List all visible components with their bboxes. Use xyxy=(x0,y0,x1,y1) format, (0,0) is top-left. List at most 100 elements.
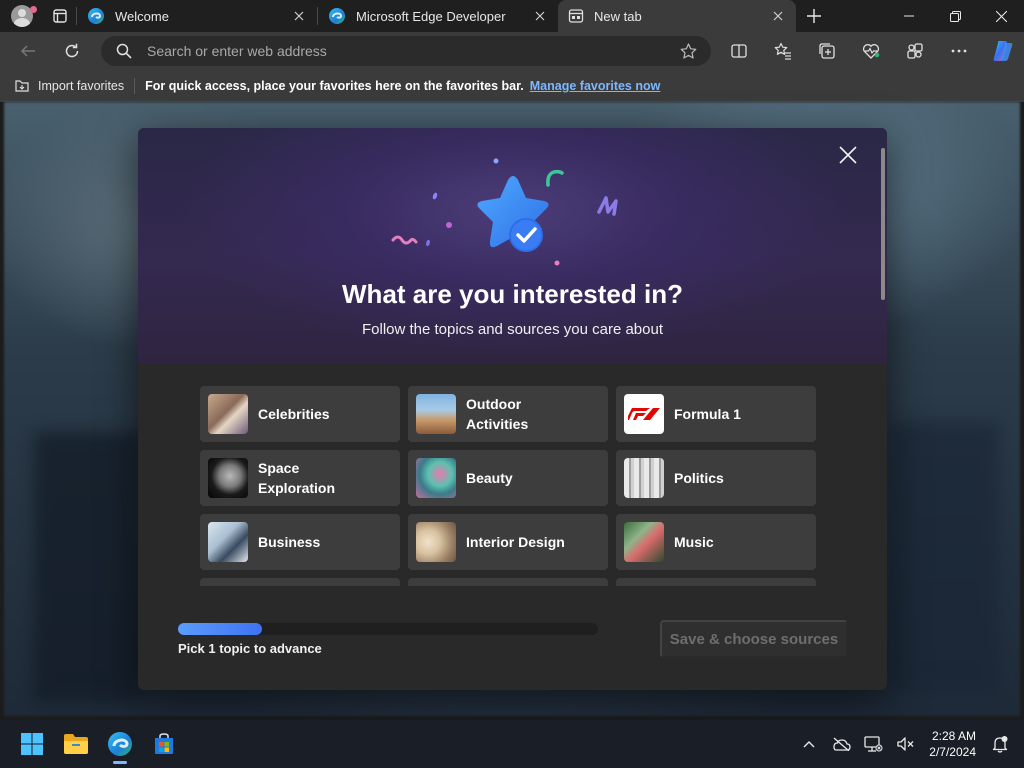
topic-label: Formula 1 xyxy=(674,406,741,422)
notifications-button[interactable] xyxy=(984,728,1016,760)
minimize-icon xyxy=(904,15,914,17)
volume-button[interactable] xyxy=(889,728,921,760)
store-icon xyxy=(155,733,173,754)
tab-new-tab[interactable]: New tab xyxy=(558,0,796,32)
close-tab-icon[interactable] xyxy=(770,8,786,24)
show-hidden-icons-button[interactable] xyxy=(793,728,825,760)
topic-beauty[interactable]: Beauty xyxy=(408,450,608,506)
dialog-subtitle: Follow the topics and sources you care a… xyxy=(361,321,663,338)
restore-button[interactable] xyxy=(932,0,978,32)
collections-button[interactable] xyxy=(805,32,849,70)
refresh-icon xyxy=(65,43,79,58)
close-tab-icon[interactable] xyxy=(291,8,307,24)
topic-label: Politics xyxy=(674,470,724,486)
clock-date: 2/7/2024 xyxy=(929,745,976,759)
speaker-muted-icon xyxy=(897,737,914,751)
address-input[interactable] xyxy=(147,43,665,59)
add-favorite-star-icon[interactable] xyxy=(665,42,711,60)
topic-business[interactable]: Business xyxy=(200,514,400,570)
edge-icon xyxy=(88,8,104,24)
plus-icon xyxy=(807,9,821,23)
topic-celebrities[interactable]: Celebrities xyxy=(200,386,400,442)
restore-icon xyxy=(949,10,961,22)
split-screen-button[interactable] xyxy=(717,32,761,70)
tab-welcome[interactable]: Welcome xyxy=(77,0,317,32)
tab-edge-developer[interactable]: Microsoft Edge Developer xyxy=(318,0,558,32)
topic-interior-design[interactable]: Interior Design xyxy=(408,514,608,570)
favorites-icon xyxy=(774,42,791,60)
extensions-icon xyxy=(907,43,923,59)
browser-essentials-button[interactable] xyxy=(849,32,893,70)
close-tab-icon[interactable] xyxy=(532,8,548,24)
import-favorites-button[interactable]: Import favorites xyxy=(14,78,124,94)
file-explorer-button[interactable] xyxy=(54,722,98,766)
tab-actions-button[interactable] xyxy=(44,0,76,32)
import-icon xyxy=(15,80,29,92)
bell-icon xyxy=(992,736,1008,753)
import-favorites-label: Import favorites xyxy=(38,79,125,93)
topics-grid: Celebrities Outdoor Activities Formula 1… xyxy=(200,386,820,586)
settings-more-button[interactable] xyxy=(937,32,981,70)
dialog-scrollbar[interactable] xyxy=(881,148,885,300)
close-icon xyxy=(995,10,1007,22)
cloud-offline-icon xyxy=(833,737,851,751)
back-button[interactable] xyxy=(6,32,50,70)
edge-taskbar-button[interactable] xyxy=(98,722,142,766)
extensions-button[interactable] xyxy=(893,32,937,70)
interior-design-thumbnail xyxy=(416,522,456,562)
navigation-toolbar xyxy=(0,32,1024,70)
clock-time: 2:28 AM xyxy=(931,729,976,743)
outdoor-activities-thumbnail xyxy=(416,394,456,434)
topic-label: Celebrities xyxy=(258,406,330,422)
refresh-button[interactable] xyxy=(50,32,94,70)
topic-card-partial[interactable] xyxy=(200,578,400,586)
topic-space-exploration[interactable]: Space Exploration xyxy=(200,450,400,506)
dialog-title: What are you interested in? xyxy=(342,279,683,309)
search-icon xyxy=(101,43,147,59)
topic-label: Music xyxy=(674,534,714,550)
topic-label: Business xyxy=(258,534,321,550)
address-bar[interactable] xyxy=(101,36,711,66)
topic-politics[interactable]: Politics xyxy=(616,450,816,506)
network-icon xyxy=(864,736,883,752)
celebrities-thumbnail xyxy=(208,394,248,434)
collections-icon xyxy=(819,43,835,59)
manage-favorites-link[interactable]: Manage favorites now xyxy=(530,79,661,93)
minimize-button[interactable] xyxy=(886,0,932,32)
favorites-bar-message: For quick access, place your favorites h… xyxy=(145,79,524,93)
heart-pulse-icon xyxy=(862,44,880,59)
beauty-thumbnail xyxy=(416,458,456,498)
new-tab-button[interactable] xyxy=(796,0,832,32)
close-window-button[interactable] xyxy=(978,0,1024,32)
topic-card-partial[interactable] xyxy=(616,578,816,586)
network-button[interactable] xyxy=(857,728,889,760)
formula-1-logo xyxy=(624,394,664,434)
copilot-icon xyxy=(993,41,1013,61)
save-and-choose-sources-button[interactable]: Save & choose sources xyxy=(660,620,848,658)
favorites-separator xyxy=(134,78,136,94)
more-horizontal-icon xyxy=(951,49,967,53)
topic-progress-bar xyxy=(178,623,598,635)
topic-card-partial[interactable] xyxy=(408,578,608,586)
topic-music[interactable]: Music xyxy=(616,514,816,570)
microsoft-store-button[interactable] xyxy=(142,722,186,766)
clock[interactable]: 2:28 AM 2/7/2024 xyxy=(929,728,976,760)
favorites-button[interactable] xyxy=(761,32,805,70)
windows-taskbar: 2:28 AM 2/7/2024 xyxy=(0,720,1024,768)
back-arrow-icon xyxy=(20,45,35,57)
new-tab-page-icon xyxy=(568,9,584,23)
topic-formula-1[interactable]: Formula 1 xyxy=(616,386,816,442)
copilot-button[interactable] xyxy=(981,32,1024,70)
topic-outdoor-activities[interactable]: Outdoor Activities xyxy=(408,386,608,442)
onedrive-button[interactable] xyxy=(825,728,857,760)
notification-dot xyxy=(30,6,37,13)
progress-hint: Pick 1 topic to advance xyxy=(178,641,322,656)
close-dialog-button[interactable] xyxy=(835,142,861,168)
system-tray: 2:28 AM 2/7/2024 xyxy=(793,720,1024,768)
business-thumbnail xyxy=(208,522,248,562)
start-button[interactable] xyxy=(10,722,54,766)
profile-button[interactable] xyxy=(0,0,44,32)
topic-label: Beauty xyxy=(466,470,513,486)
edge-icon xyxy=(108,732,132,756)
progress-fill xyxy=(178,623,262,635)
